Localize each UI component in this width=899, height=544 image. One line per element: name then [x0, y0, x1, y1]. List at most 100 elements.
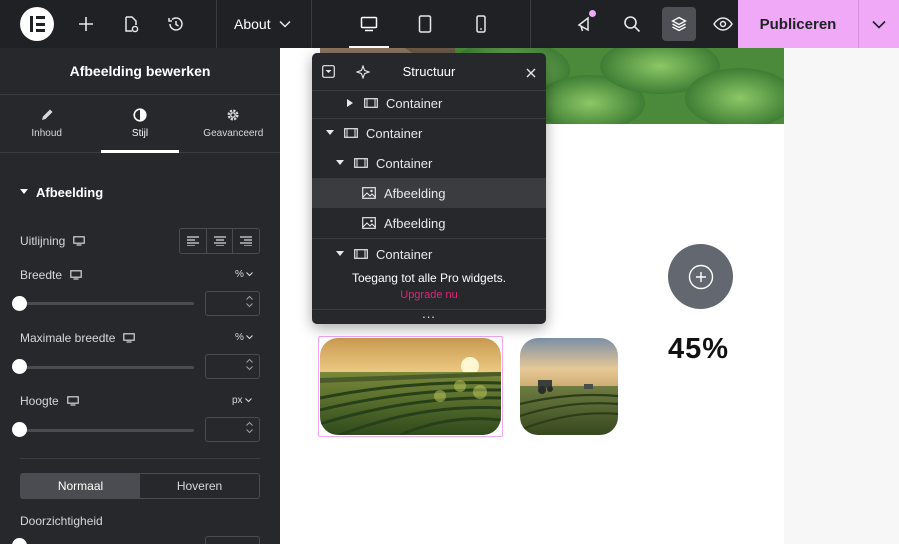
width-unit-selector[interactable]: % [235, 269, 253, 280]
tablet-view-button[interactable] [397, 0, 453, 48]
container-icon [364, 98, 378, 108]
page-settings-button[interactable] [108, 0, 153, 48]
align-center-button[interactable] [207, 229, 234, 253]
tab-advanced[interactable]: Geavanceerd [187, 95, 280, 152]
structure-header: Structuur [312, 53, 546, 90]
desktop-icon [66, 396, 79, 406]
state-hover-button[interactable]: Hoveren [140, 474, 259, 498]
width-input[interactable] [205, 291, 260, 316]
page-selector-label: About [234, 16, 271, 32]
more-handle[interactable]: ... [312, 306, 546, 321]
max-width-slider-track[interactable] [20, 366, 194, 369]
caret-down-icon [20, 189, 28, 194]
height-slider-handle[interactable] [12, 422, 27, 437]
add-widget-placeholder[interactable] [668, 244, 733, 309]
panel-title: Afbeelding bewerken [0, 48, 280, 95]
tab-content-label: Inhoud [31, 128, 62, 139]
max-width-unit-selector[interactable]: % [235, 332, 253, 343]
max-width-control-label: Maximale breedte [20, 331, 136, 345]
search-button[interactable] [606, 0, 658, 48]
publish-options-button[interactable] [858, 0, 899, 48]
width-slider-handle[interactable] [12, 296, 27, 311]
plus-circle-icon [688, 264, 713, 289]
pencil-icon [41, 109, 53, 120]
desktop-icon [73, 236, 86, 246]
caret-down-icon [334, 251, 346, 257]
structure-row-container[interactable]: Container [312, 118, 546, 148]
history-button[interactable] [153, 0, 198, 48]
desktop-view-button[interactable] [341, 0, 397, 48]
tractor-field-image[interactable] [520, 338, 618, 435]
section-image-toggle[interactable]: Afbeelding [0, 153, 280, 231]
chevron-up-icon [246, 358, 253, 363]
notifications-button[interactable] [566, 0, 606, 48]
page-selector[interactable]: About [217, 0, 311, 48]
desktop-icon [123, 333, 136, 343]
upgrade-link[interactable]: Upgrade nu [312, 289, 546, 301]
stat-value: 45% [668, 333, 730, 365]
max-width-label: Maximale breedte [20, 331, 116, 345]
width-slider-track[interactable] [20, 302, 194, 305]
structure-toggle [661, 7, 696, 41]
chevron-down-icon [246, 272, 253, 277]
height-unit: px [232, 395, 243, 406]
desktop-icon [360, 16, 377, 32]
caret-right-icon [344, 99, 356, 107]
history-icon [167, 17, 183, 31]
opacity-control-label: Doorzichtigheid [20, 514, 103, 528]
alignment-buttons [179, 228, 260, 254]
structure-row-container[interactable]: Container [312, 148, 546, 178]
close-structure-button[interactable] [526, 66, 536, 81]
container-icon [344, 128, 358, 138]
structure-row-container[interactable]: Container [312, 88, 546, 118]
align-left-button[interactable] [180, 229, 207, 253]
alignment-control-label: Uitlijning [20, 234, 86, 248]
align-left-icon [186, 236, 199, 246]
opacity-input[interactable] [205, 536, 260, 544]
elementor-logo-button[interactable] [20, 0, 64, 48]
structure-row-image-selected[interactable]: Afbeelding [312, 178, 546, 208]
chevron-down-icon [246, 366, 253, 371]
tablet-icon [418, 15, 431, 33]
mobile-view-button[interactable] [453, 0, 509, 48]
structure-row-container[interactable]: Container [312, 239, 546, 269]
max-width-input[interactable] [205, 354, 260, 379]
width-label: Breedte [20, 268, 63, 282]
selected-element-outline [318, 336, 503, 437]
mobile-icon [475, 15, 486, 33]
image-icon [362, 217, 376, 229]
chevron-down-icon [246, 429, 253, 434]
state-normal-button[interactable]: Normaal [21, 474, 140, 498]
chevron-down-icon [279, 20, 291, 28]
height-input[interactable] [205, 417, 260, 442]
divider [310, 0, 312, 48]
align-right-button[interactable] [233, 229, 259, 253]
tab-style[interactable]: Stijl [93, 95, 186, 153]
chevron-down-icon [246, 335, 253, 340]
structure-button[interactable] [658, 0, 700, 48]
stepper-arrows[interactable] [246, 421, 253, 434]
stepper-arrows[interactable] [246, 295, 253, 308]
height-unit-selector[interactable]: px [232, 395, 252, 406]
height-control-label: Hoogte [20, 394, 79, 408]
structure-row-label: Container [376, 246, 433, 262]
structure-row-image[interactable]: Afbeelding [312, 208, 546, 238]
container-icon [354, 249, 368, 259]
tab-content[interactable]: Inhoud [0, 95, 93, 152]
tab-style-label: Stijl [131, 128, 149, 139]
structure-title: Structuur [402, 64, 456, 79]
gear-icon [227, 109, 239, 121]
caret-down-icon [334, 160, 346, 166]
plus-icon [79, 17, 93, 31]
publish-button[interactable]: Publiceren [738, 0, 858, 48]
align-right-icon [240, 236, 253, 246]
top-bar: About Publiceren [0, 0, 899, 48]
stepper-arrows[interactable] [246, 358, 253, 371]
height-slider-track[interactable] [20, 429, 194, 432]
height-label: Hoogte [20, 394, 59, 408]
divider [20, 458, 260, 459]
panel-tabs: Inhoud Stijl Geavanceerd [0, 95, 280, 153]
add-element-button[interactable] [64, 0, 108, 48]
chevron-down-icon [244, 398, 252, 403]
max-width-slider-handle[interactable] [12, 359, 27, 374]
